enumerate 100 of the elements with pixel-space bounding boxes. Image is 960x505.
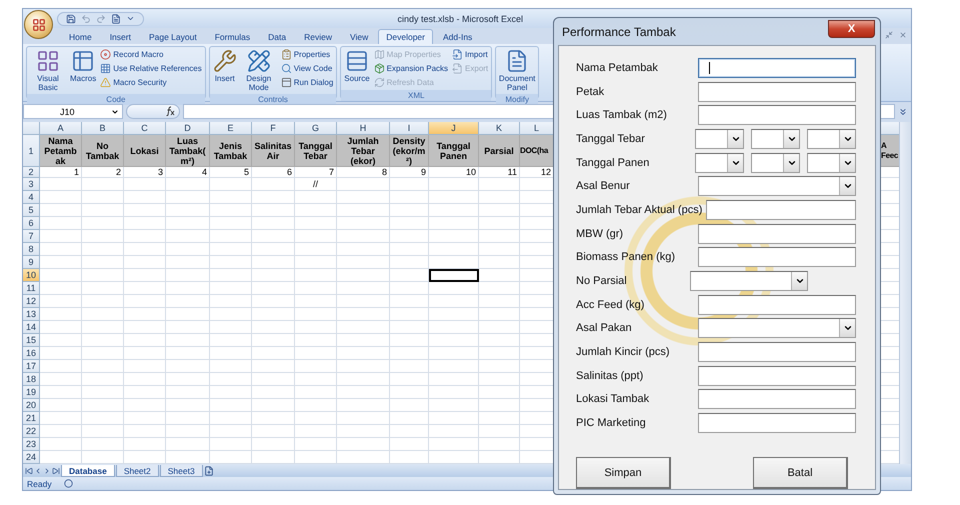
ribbon-button[interactable]: Expansion Packs — [372, 62, 450, 75]
last-icon[interactable] — [52, 466, 60, 474]
active-cell[interactable] — [429, 269, 479, 282]
row-header[interactable]: 18 — [23, 373, 40, 386]
dropdown-field[interactable] — [695, 152, 744, 173]
save-icon[interactable] — [66, 14, 76, 24]
input-field[interactable] — [698, 224, 856, 244]
row-header[interactable]: 8 — [23, 243, 40, 256]
sheet-tab[interactable]: Database — [61, 465, 115, 477]
row-header[interactable]: 14 — [23, 321, 40, 334]
row-header[interactable]: 19 — [23, 386, 40, 399]
row-header[interactable]: 6 — [23, 217, 40, 230]
dropdown-field[interactable] — [807, 152, 856, 173]
row-header[interactable]: 9 — [23, 256, 40, 269]
row-header[interactable]: 3 — [23, 178, 40, 191]
ribbon-tab[interactable]: Add-Ins — [435, 29, 480, 44]
restore-icon[interactable] — [885, 31, 893, 39]
row-header[interactable]: 5 — [23, 204, 40, 217]
ribbon-button[interactable]: Macro Security — [99, 76, 203, 89]
ribbon-button[interactable]: Run Dialog — [280, 76, 334, 89]
row-header[interactable]: 24 — [23, 451, 40, 464]
row-header[interactable]: 16 — [23, 347, 40, 360]
dropdown-field[interactable] — [698, 318, 856, 338]
ribbon-tab[interactable]: Data — [260, 29, 294, 44]
column-header[interactable]: D — [166, 122, 210, 135]
ribbon-tab[interactable]: Home — [61, 29, 100, 44]
column-header[interactable]: C — [124, 122, 166, 135]
caret-icon[interactable] — [126, 14, 135, 23]
ribbon-button[interactable]: Document Panel — [498, 48, 536, 93]
row-header[interactable]: 2 — [23, 167, 40, 178]
row-header[interactable]: 7 — [23, 230, 40, 243]
insert-function-button[interactable] — [126, 104, 180, 119]
input-field[interactable] — [698, 82, 856, 102]
ribbon-tab[interactable]: View — [342, 29, 376, 44]
row-header[interactable]: 20 — [23, 399, 40, 412]
row-header[interactable]: 22 — [23, 425, 40, 438]
input-field[interactable] — [698, 294, 856, 315]
close-button[interactable]: X — [828, 20, 875, 38]
document-icon[interactable] — [111, 14, 121, 24]
previous-icon[interactable] — [34, 466, 42, 474]
ribbon-tab[interactable]: Developer — [378, 29, 433, 44]
row-header[interactable]: 12 — [23, 295, 40, 308]
sheet-tab[interactable]: Sheet2 — [116, 465, 159, 477]
input-field[interactable] — [698, 342, 856, 362]
ribbon-button[interactable]: Insert — [212, 48, 238, 93]
input-field[interactable] — [706, 200, 856, 220]
ribbon-button[interactable]: Import — [451, 48, 490, 61]
ribbon-button[interactable]: Design Mode — [240, 48, 278, 93]
dropdown-field[interactable] — [751, 152, 800, 173]
scrollbar[interactable] — [899, 122, 911, 464]
column-header[interactable]: E — [210, 122, 252, 135]
column-header[interactable]: H — [337, 122, 390, 135]
input-field[interactable] — [698, 58, 856, 78]
dropdown-field[interactable] — [698, 176, 856, 196]
dropdown-field[interactable] — [807, 128, 856, 149]
ribbon-button[interactable]: Use Relative References — [99, 62, 203, 75]
input-field[interactable] — [698, 413, 856, 434]
next-icon[interactable] — [43, 466, 51, 474]
dialog-button[interactable]: Batal — [753, 457, 848, 489]
name-box[interactable]: J10 — [23, 104, 123, 119]
first-icon[interactable] — [25, 466, 33, 474]
record-icon[interactable] — [64, 479, 73, 488]
ribbon-tab[interactable]: Page Layout — [140, 29, 205, 44]
row-header[interactable]: 10 — [23, 269, 40, 282]
column-header[interactable]: B — [82, 122, 124, 135]
column-header[interactable]: A — [40, 122, 82, 135]
ribbon-tab[interactable]: Insert — [102, 29, 139, 44]
row-header[interactable]: 11 — [23, 282, 40, 295]
column-header[interactable]: F — [252, 122, 295, 135]
column-header[interactable]: I — [390, 122, 429, 135]
office-button[interactable] — [24, 10, 53, 39]
ribbon-button[interactable]: Macros — [69, 48, 98, 93]
input-field[interactable] — [698, 105, 856, 126]
dropdown-field[interactable] — [695, 128, 744, 149]
row-header[interactable]: 21 — [23, 412, 40, 425]
ribbon-button[interactable]: Record Macro — [99, 48, 203, 61]
row-header[interactable]: 13 — [23, 308, 40, 321]
dropdown-field[interactable] — [751, 128, 800, 149]
input-field[interactable] — [698, 247, 856, 268]
ribbon-tab[interactable]: Formulas — [206, 29, 258, 44]
input-field[interactable] — [698, 389, 856, 410]
sheet-tab[interactable]: Sheet3 — [160, 465, 203, 477]
dropdown-field[interactable] — [690, 271, 808, 292]
row-header[interactable]: 23 — [23, 438, 40, 451]
row-header[interactable]: 17 — [23, 360, 40, 373]
column-header[interactable]: L — [520, 122, 554, 135]
expand-icon[interactable] — [898, 106, 908, 116]
dialog-button[interactable]: Simpan — [576, 457, 671, 489]
new-sheet-icon[interactable] — [204, 466, 214, 476]
column-header[interactable]: G — [295, 122, 337, 135]
row-header[interactable]: 4 — [23, 191, 40, 204]
close-icon[interactable] — [899, 31, 907, 39]
input-field[interactable] — [698, 366, 856, 386]
row-header[interactable]: 15 — [23, 334, 40, 347]
ribbon-button[interactable]: Source — [343, 48, 371, 89]
column-header[interactable]: K — [479, 122, 520, 135]
ribbon-button[interactable]: Visual Basic — [29, 48, 67, 93]
ribbon-button[interactable]: View Code — [280, 62, 334, 75]
ribbon-tab[interactable]: Review — [296, 29, 340, 44]
ribbon-button[interactable]: Properties — [280, 48, 334, 61]
